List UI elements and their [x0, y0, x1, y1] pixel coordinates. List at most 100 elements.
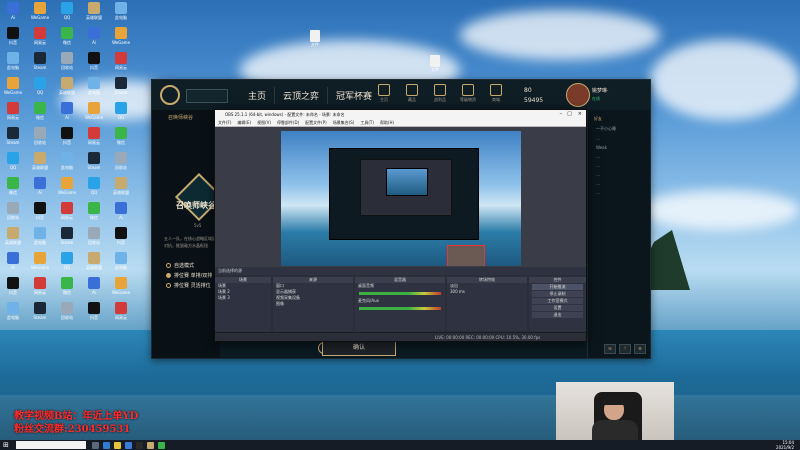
desktop-icon[interactable]: WeGame	[110, 27, 132, 45]
loot-icon[interactable]: 战利品	[430, 84, 450, 103]
obs-menu-item[interactable]: 帮助(H)	[380, 119, 394, 126]
desktop-icon[interactable]: 回收站	[110, 152, 132, 171]
chat-icon[interactable]: ✉	[604, 344, 616, 354]
friend-item[interactable]: …	[596, 154, 650, 159]
avatar[interactable]	[566, 83, 590, 107]
desktop-icon[interactable]: WeGame	[29, 2, 51, 20]
desktop-icon[interactable]: 抖音	[2, 277, 24, 296]
edge-icon[interactable]	[103, 441, 110, 449]
friend-item[interactable]: …	[596, 136, 650, 141]
desktop-icon[interactable]: QQ	[56, 2, 78, 20]
desktop-icon[interactable]: WeGame	[110, 277, 132, 295]
desktop-icon[interactable]: 此电脑	[56, 152, 78, 171]
desktop-icon[interactable]: 微信	[2, 177, 24, 196]
friend-item[interactable]: …	[596, 190, 650, 195]
desktop-icon[interactable]: 网易云	[29, 27, 51, 46]
missions-icon[interactable]: !	[619, 344, 631, 354]
store-icon[interactable]: 商城	[486, 84, 506, 103]
desktop-icon[interactable]: 英雄联盟	[83, 252, 105, 271]
desktop-icon[interactable]: 此电脑	[83, 77, 105, 96]
wechat-icon[interactable]	[158, 441, 165, 449]
nav-tft[interactable]: 云顶之弈	[274, 87, 327, 104]
desktop-icon[interactable]: 此电脑	[2, 52, 24, 71]
desktop-icon[interactable]: 抖音	[83, 302, 105, 321]
minimize-icon[interactable]: –	[560, 110, 563, 119]
pass-icon[interactable]: 等级物资	[458, 84, 478, 103]
desktop-icon[interactable]: 微信	[56, 277, 78, 296]
desktop-icon[interactable]: Ai	[2, 252, 24, 270]
nav-home[interactable]: 主页	[240, 87, 274, 104]
scene-item[interactable]: 场景 3	[215, 295, 271, 301]
source-item[interactable]: 图像	[273, 301, 353, 307]
collection-icon[interactable]: 藏品	[402, 84, 422, 103]
friend-item[interactable]: …	[596, 172, 650, 177]
desktop-icon[interactable]: 此电脑	[29, 227, 51, 246]
settings-icon[interactable]: ⚙	[634, 344, 646, 354]
sub-tab-rift[interactable]: 召唤师峡谷	[168, 114, 193, 121]
start-streaming-button[interactable]: 开始推流	[532, 284, 583, 290]
desktop-icon[interactable]: 英雄联盟	[83, 2, 105, 21]
desktop-icon[interactable]: 回收站	[56, 52, 78, 71]
desktop-icon[interactable]: 抖音	[56, 127, 78, 146]
desktop-icon[interactable]: 回收站	[83, 227, 105, 246]
desktop-icon[interactable]: 网易云	[110, 302, 132, 321]
desktop-icon[interactable]: 英雄联盟	[29, 152, 51, 171]
desktop-icon[interactable]: 微信	[29, 102, 51, 121]
desktop-icon[interactable]: 网易云	[83, 127, 105, 146]
store-icon[interactable]	[125, 441, 132, 449]
desktop-file[interactable]: 文件	[305, 30, 325, 48]
taskview-icon[interactable]	[92, 441, 99, 449]
desktop-icon[interactable]: WeGame	[83, 102, 105, 120]
desktop-icon[interactable]: QQ	[110, 102, 132, 120]
desktop-icon[interactable]: Steam	[29, 302, 51, 320]
exit-button[interactable]: 退出	[532, 312, 583, 318]
desktop-icon[interactable]: Ai	[110, 202, 132, 220]
desktop-icon[interactable]: QQ	[83, 177, 105, 195]
league-icon[interactable]	[147, 441, 154, 449]
obs-menu-item[interactable]: 编辑(E)	[237, 119, 251, 126]
maximize-icon[interactable]: □	[567, 110, 572, 119]
desktop-icon[interactable]: 英雄联盟	[2, 227, 24, 246]
stop-recording-button[interactable]: 停止录制	[532, 291, 583, 297]
desktop-icon[interactable]: Steam	[83, 152, 105, 170]
desktop-icon[interactable]: WeGame	[29, 252, 51, 270]
desktop-icon[interactable]: 网易云	[56, 202, 78, 221]
obs-menu-item[interactable]: 文件(F)	[218, 119, 231, 126]
desktop-icon[interactable]: 回收站	[2, 202, 24, 221]
desktop-icon[interactable]: 微信	[83, 202, 105, 221]
desktop-icon[interactable]: Ai	[56, 102, 78, 120]
desktop-icon[interactable]: 英雄联盟	[56, 77, 78, 96]
obs-preview[interactable]	[215, 127, 586, 267]
home-icon[interactable]: 主页	[374, 84, 394, 103]
desktop-icon[interactable]: 回收站	[29, 127, 51, 146]
desktop-icon[interactable]: Steam	[29, 52, 51, 70]
desktop-icon[interactable]: 抖音	[29, 202, 51, 221]
transition-duration[interactable]: 300 ms	[447, 289, 527, 295]
friend-item[interactable]: 一不小心睡	[596, 126, 650, 132]
obs-menu-item[interactable]: 工具(T)	[360, 119, 374, 126]
desktop-icon[interactable]: 微信	[56, 27, 78, 46]
friend-item[interactable]: …	[596, 181, 650, 186]
desktop-icon[interactable]: 网易云	[29, 277, 51, 296]
desktop-icon[interactable]: Ai	[29, 177, 51, 195]
desktop-icon[interactable]: 此电脑	[2, 302, 24, 321]
obs-menu-item[interactable]: 场景集合(S)	[333, 119, 355, 126]
desktop-icon[interactable]: Ai	[2, 2, 24, 20]
desktop-icon[interactable]: 抖音	[110, 227, 132, 246]
explorer-icon[interactable]	[114, 441, 121, 449]
confirm-button[interactable]: 确认	[322, 340, 396, 356]
play-button[interactable]	[186, 89, 228, 103]
desktop-icon[interactable]: 回收站	[56, 302, 78, 321]
obs-icon[interactable]	[136, 441, 143, 449]
studio-mode-button[interactable]: 工作室模式	[532, 298, 583, 304]
nav-clash[interactable]: 冠军杯赛	[327, 87, 380, 104]
friend-item[interactable]: Weak	[596, 145, 650, 150]
desktop-icon[interactable]: 网易云	[110, 52, 132, 71]
desktop-icon[interactable]: WeGame	[2, 77, 24, 95]
windows-start-icon[interactable]: ⊞	[3, 441, 13, 449]
desktop-icon[interactable]: 微信	[110, 127, 132, 146]
desktop-icon[interactable]: QQ	[56, 252, 78, 270]
taskbar-search[interactable]	[16, 441, 86, 449]
desktop-icon[interactable]: 英雄联盟	[110, 177, 132, 196]
player-status[interactable]: 在线	[592, 96, 600, 102]
